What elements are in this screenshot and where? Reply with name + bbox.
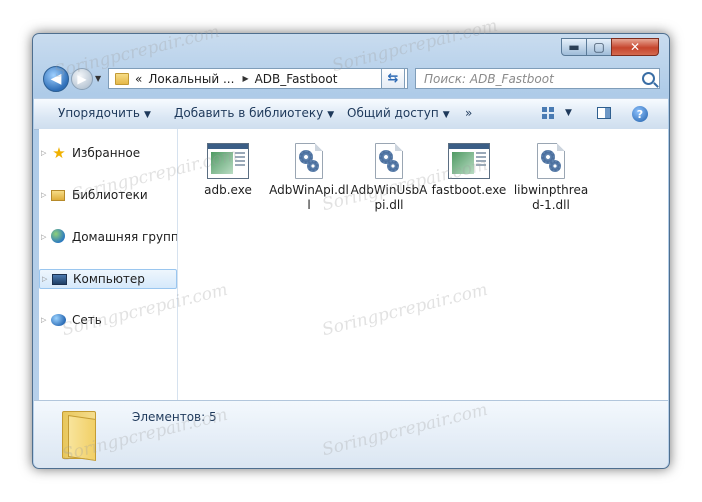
sidebar-item-label: Компьютер [73,272,145,286]
address-bar[interactable]: « Локальный ... ▶ ADB_Fastboot ▼ [108,68,408,89]
breadcrumb-separator[interactable]: ▶ [242,74,248,83]
file-item-adbwinapi-dll[interactable]: AdbWinApi.dll [269,143,349,213]
dll-file-icon [537,143,565,179]
sidebar-item-computer[interactable]: ▷ Компьютер [39,269,177,289]
refresh-button[interactable]: ⇆ [381,68,405,89]
folder-icon [62,411,96,461]
expand-arrow-icon[interactable]: ▷ [42,275,52,283]
executable-icon [448,143,490,179]
file-name: AdbWinUsbApi.dll [350,183,428,212]
history-dropdown[interactable]: ▼ [95,74,101,83]
file-item-adbwinusbapi-dll[interactable]: AdbWinUsbApi.dll [349,143,429,213]
minimize-button[interactable]: ▬ [561,38,587,56]
expand-arrow-icon[interactable]: ▷ [41,191,51,199]
file-item-adb-exe[interactable]: adb.exe [188,143,268,198]
command-bar: Упорядочить ▼ Добавить в библиотеку ▼ Общи… [34,98,668,130]
breadcrumb-chevron[interactable]: « [135,72,142,86]
star-icon: ★ [52,144,66,162]
share-button[interactable]: Общий доступ ▼ [347,106,450,120]
maximize-button[interactable]: ▢ [586,38,612,56]
expand-arrow-icon[interactable]: ▷ [41,316,51,324]
file-name: libwinpthread-1.dll [513,183,589,212]
folder-icon [115,72,129,85]
item-count: Элементов: 5 [132,410,217,424]
expand-arrow-icon[interactable]: ▷ [41,149,51,157]
refresh-icon: ⇆ [387,71,399,86]
search-input[interactable]: Поиск: ADB_Fastboot [415,68,660,89]
breadcrumb-local-disk[interactable]: Локальный ... [148,72,234,86]
sidebar-item-network[interactable]: ▷ Сеть [39,310,177,330]
preview-pane-icon[interactable] [597,107,611,119]
computer-icon [52,274,67,285]
explorer-window: ▬ ▢ ✕ ◀ ▶ ▼ « Локальный ... ▶ ADB_Fastbo… [32,33,670,469]
file-name: fastboot.exe [431,183,507,197]
network-icon [51,314,66,326]
help-icon[interactable]: ? [632,106,648,122]
back-arrow-icon: ◀ [50,71,62,87]
file-item-libwinpthread-dll[interactable]: libwinpthread-1.dll [511,143,591,213]
details-pane: Элементов: 5 [34,400,668,468]
search-placeholder: Поиск: ADB_Fastboot [424,72,554,86]
forward-arrow-icon: ▶ [77,72,87,86]
change-view-icon[interactable] [542,107,555,120]
file-name: adb.exe [204,183,252,197]
dll-file-icon [375,143,403,179]
executable-icon [207,143,249,179]
sidebar-item-label: Библиотеки [72,188,148,202]
sidebar-item-favorites[interactable]: ▷ ★ Избранное [39,143,177,163]
file-name: AdbWinApi.dll [269,183,349,212]
forward-button[interactable]: ▶ [71,68,93,90]
sidebar-item-label: Сеть [72,313,102,327]
breadcrumb-adb-fastboot[interactable]: ADB_Fastboot [255,72,338,86]
sidebar-item-libraries[interactable]: ▷ Библиотеки [39,185,177,205]
libraries-icon [51,190,65,201]
close-button[interactable]: ✕ [611,38,659,56]
expand-arrow-icon[interactable]: ▷ [41,233,51,241]
search-icon[interactable] [642,72,655,85]
homegroup-icon [50,229,65,243]
file-list: adb.exe AdbWinApi.dll AdbWinUsbApi.dll f… [178,129,668,400]
more-commands-button[interactable]: » [465,106,472,120]
add-to-library-button[interactable]: Добавить в библиотеку ▼ [174,106,334,120]
sidebar-item-label: Домашняя групп [71,230,177,244]
organize-button[interactable]: Упорядочить ▼ [58,106,151,120]
navigation-pane: ▷ ★ Избранное ▷ Библиотеки ▷ Домашняя гр… [39,129,177,400]
sidebar-item-homegroup[interactable]: ▷ Домашняя групп [39,227,177,247]
sidebar-item-label: Избранное [72,146,141,160]
dll-file-icon [295,143,323,179]
view-options-dropdown[interactable]: ▼ [565,108,572,118]
file-item-fastboot-exe[interactable]: fastboot.exe [429,143,509,198]
back-button[interactable]: ◀ [43,66,69,92]
